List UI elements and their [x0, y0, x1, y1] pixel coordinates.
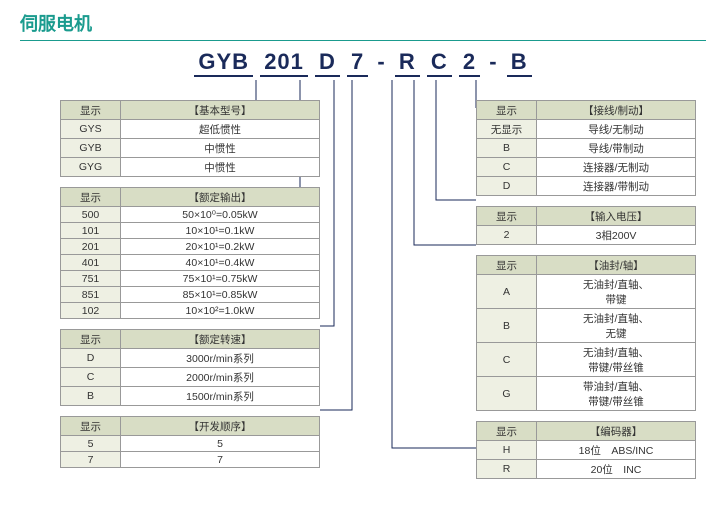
cell-desc: 20×10¹=0.2kW — [121, 239, 320, 255]
cell-desc: 20位 INC — [537, 460, 696, 479]
th: 【输入电压】 — [537, 207, 696, 226]
cell-code: 101 — [61, 223, 121, 239]
table-speed: 显示【额定转速】 D3000r/min系列C2000r/min系列B1500r/… — [60, 329, 320, 406]
seg-encoder: R — [395, 49, 420, 77]
cell-code: D — [477, 177, 537, 196]
cell-desc: 18位 ABS/INC — [537, 441, 696, 460]
cell-code: 851 — [61, 287, 121, 303]
part-number: GYB 201 D 7 - R C 2 - B — [0, 49, 726, 77]
th: 【开发顺序】 — [121, 417, 320, 436]
cell-desc: 1500r/min系列 — [121, 387, 320, 406]
cell-desc: 带油封/直轴、带键/带丝锥 — [537, 377, 696, 411]
cell-code: 5 — [61, 436, 121, 452]
sep2: - — [487, 49, 499, 75]
cell-code: 201 — [61, 239, 121, 255]
cell-code: C — [477, 158, 537, 177]
cell-desc: 10×10¹=0.1kW — [121, 223, 320, 239]
page-title: 伺服电机 — [0, 0, 726, 40]
cell-desc: 超低惯性 — [121, 120, 320, 139]
cell-desc: 导线/带制动 — [537, 139, 696, 158]
th: 显示 — [61, 101, 121, 120]
cell-desc: 中惯性 — [121, 139, 320, 158]
cell-desc: 10×10²=1.0kW — [121, 303, 320, 319]
cell-desc: 40×10¹=0.4kW — [121, 255, 320, 271]
cell-desc: 75×10¹=0.75kW — [121, 271, 320, 287]
th: 显示 — [477, 207, 537, 226]
cell-desc: 导线/无制动 — [537, 120, 696, 139]
cell-code: 751 — [61, 271, 121, 287]
cell-desc: 5 — [121, 436, 320, 452]
cell-code: G — [477, 377, 537, 411]
seg-seal: C — [427, 49, 452, 77]
table-voltage: 显示【输入电压】 23相200V — [476, 206, 696, 245]
table-encoder: 显示【编码器】 H18位 ABS/INCR20位 INC — [476, 421, 696, 479]
th: 【编码器】 — [537, 422, 696, 441]
cell-desc: 连接器/无制动 — [537, 158, 696, 177]
cell-desc: 3000r/min系列 — [121, 349, 320, 368]
th: 显示 — [61, 188, 121, 207]
th: 显示 — [61, 417, 121, 436]
th: 【额定输出】 — [121, 188, 320, 207]
table-wire: 显示【接线/制动】 无显示导线/无制动B导线/带制动C连接器/无制动D连接器/带… — [476, 100, 696, 196]
th: 显示 — [477, 101, 537, 120]
seg-basic: GYB — [194, 49, 253, 77]
cell-desc: 无油封/直轴、无键 — [537, 309, 696, 343]
cell-desc: 2000r/min系列 — [121, 368, 320, 387]
cell-code: 102 — [61, 303, 121, 319]
seg-wire: B — [507, 49, 532, 77]
cell-code: B — [61, 387, 121, 406]
seg-output: 201 — [260, 49, 308, 77]
cell-desc: 3相200V — [537, 226, 696, 245]
title-underline — [20, 40, 706, 41]
cell-code: GYG — [61, 158, 121, 177]
th: 【额定转速】 — [121, 330, 320, 349]
cell-desc: 85×10¹=0.85kW — [121, 287, 320, 303]
cell-code: 2 — [477, 226, 537, 245]
cell-desc: 50×10⁰=0.05kW — [121, 207, 320, 223]
sep1: - — [375, 49, 387, 75]
seg-voltage: 2 — [459, 49, 480, 77]
seg-speed: D — [315, 49, 340, 77]
cell-code: C — [61, 368, 121, 387]
cell-code: B — [477, 139, 537, 158]
table-basic: 显示【基本型号】 GYS超低惯性GYB中惯性GYG中惯性 — [60, 100, 320, 177]
th: 显示 — [61, 330, 121, 349]
th: 【接线/制动】 — [537, 101, 696, 120]
cell-code: C — [477, 343, 537, 377]
th: 【油封/轴】 — [537, 256, 696, 275]
cell-code: H — [477, 441, 537, 460]
cell-desc: 中惯性 — [121, 158, 320, 177]
table-dev: 显示【开发顺序】 5577 — [60, 416, 320, 468]
cell-code: 401 — [61, 255, 121, 271]
cell-code: D — [61, 349, 121, 368]
cell-code: 7 — [61, 452, 121, 468]
table-seal: 显示【油封/轴】 A无油封/直轴、带键B无油封/直轴、无键C无油封/直轴、带键/… — [476, 255, 696, 411]
cell-code: 无显示 — [477, 120, 537, 139]
cell-code: GYS — [61, 120, 121, 139]
cell-desc: 7 — [121, 452, 320, 468]
table-output: 显示【额定输出】 50050×10⁰=0.05kW10110×10¹=0.1kW… — [60, 187, 320, 319]
cell-code: GYB — [61, 139, 121, 158]
th: 显示 — [477, 256, 537, 275]
cell-desc: 无油封/直轴、带键 — [537, 275, 696, 309]
cell-desc: 连接器/带制动 — [537, 177, 696, 196]
seg-dev: 7 — [347, 49, 368, 77]
cell-code: A — [477, 275, 537, 309]
cell-desc: 无油封/直轴、带键/带丝锥 — [537, 343, 696, 377]
cell-code: 500 — [61, 207, 121, 223]
cell-code: R — [477, 460, 537, 479]
th: 显示 — [477, 422, 537, 441]
cell-code: B — [477, 309, 537, 343]
th: 【基本型号】 — [121, 101, 320, 120]
